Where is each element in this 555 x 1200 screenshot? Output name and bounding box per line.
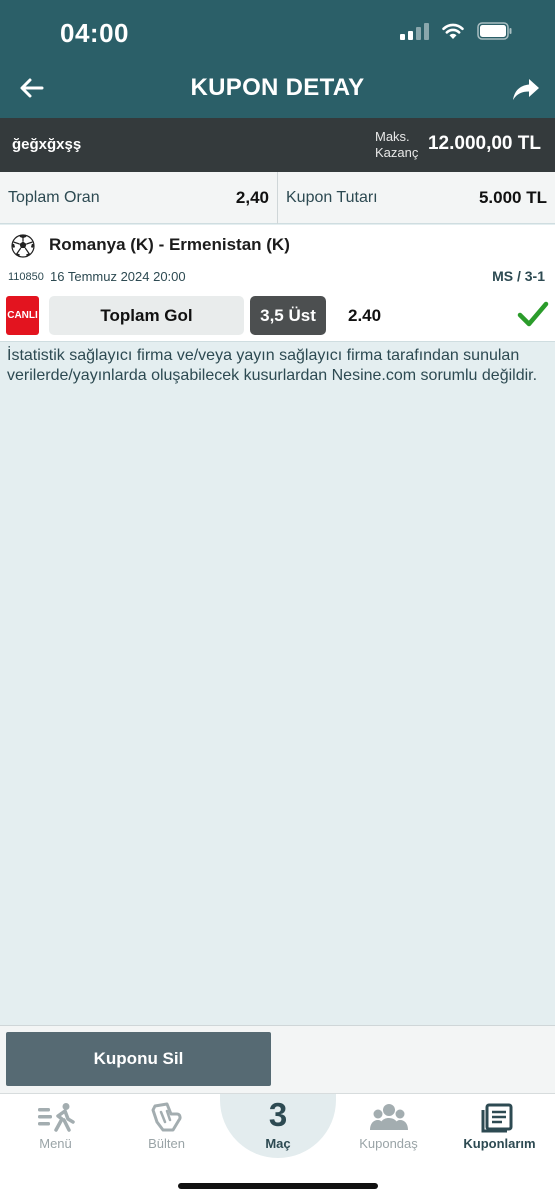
live-badge: CANLI xyxy=(6,296,39,335)
status-time: 04:00 xyxy=(60,18,129,48)
my-coupons-icon xyxy=(481,1103,512,1133)
tab-bulletin[interactable]: Bülten xyxy=(111,1094,222,1156)
match-card[interactable]: Romanya (K) - Ermenistan (K) 110850 16 T… xyxy=(0,225,555,342)
cellular-signal-icon xyxy=(400,22,429,40)
tab-match-count[interactable]: 3 Maç xyxy=(220,1094,336,1158)
battery-icon xyxy=(477,22,512,40)
match-date: 16 Temmuz 2024 20:00 xyxy=(50,269,186,284)
selection-odd: 2.40 xyxy=(348,306,382,325)
bulletin-hand-icon xyxy=(151,1102,182,1132)
match-count-badge: 3 xyxy=(268,1096,288,1133)
total-odds-label: Toplam Oran xyxy=(8,189,100,206)
tab-kupondas-label: Kupondaş xyxy=(359,1136,418,1151)
coupon-summary-bar: ğeğxğxşş Maks. Kazanç 12.000,00 TL xyxy=(0,118,555,172)
tab-menu[interactable]: Menü xyxy=(0,1094,111,1156)
max-win-value: 12.000,00 TL xyxy=(427,133,541,154)
coupon-totals: Toplam Oran 2,40 Kupon Tutarı 5.000 TL xyxy=(0,172,555,224)
app-header: 04:00 KUPON DETAY xyxy=(0,0,555,118)
tab-kupondas[interactable]: Kupondaş xyxy=(333,1094,444,1156)
home-indicator xyxy=(178,1183,378,1189)
checkmark-won-icon xyxy=(517,301,549,327)
max-win-label: Maks. Kazanç xyxy=(375,129,418,161)
status-icons xyxy=(400,22,513,40)
tab-menu-label: Menü xyxy=(39,1136,72,1151)
menu-runner-icon xyxy=(37,1103,75,1132)
tab-my-coupons-label: Kuponlarım xyxy=(463,1136,536,1151)
total-odds-value: 2,40 xyxy=(235,188,269,207)
match-result: MS / 3-1 xyxy=(492,268,545,284)
page-title: KUPON DETAY xyxy=(190,74,365,101)
coupon-actions: Kuponu Sil xyxy=(0,1025,555,1093)
share-icon[interactable] xyxy=(511,74,541,104)
tab-my-coupons[interactable]: Kuponlarım xyxy=(444,1094,555,1156)
soccer-ball-icon xyxy=(11,234,35,258)
total-odds-cell: Toplam Oran 2,40 xyxy=(0,172,278,224)
market-name: Toplam Gol xyxy=(49,296,244,335)
coupon-amount-label: Kupon Tutarı xyxy=(286,189,378,206)
match-title: Romanya (K) - Ermenistan (K) xyxy=(49,235,290,254)
max-win-label-line2: Kazanç xyxy=(375,145,419,160)
tab-bulletin-label: Bülten xyxy=(148,1136,185,1151)
selection-badge: 3,5 Üst xyxy=(250,296,326,335)
group-users-icon xyxy=(369,1104,408,1130)
disclaimer-text: İstatistik sağlayıcı firma ve/veya yayın… xyxy=(7,347,538,384)
delete-coupon-button[interactable]: Kuponu Sil xyxy=(6,1032,271,1086)
wifi-icon xyxy=(442,23,464,39)
max-win-label-line1: Maks. xyxy=(375,129,410,144)
coupon-amount-value: 5.000 TL xyxy=(478,188,547,207)
coupon-amount-cell: Kupon Tutarı 5.000 TL xyxy=(278,172,555,224)
tab-match-label: Maç xyxy=(265,1136,291,1151)
coupon-name: ğeğxğxşş xyxy=(12,136,82,153)
match-code: 110850 xyxy=(8,271,44,283)
